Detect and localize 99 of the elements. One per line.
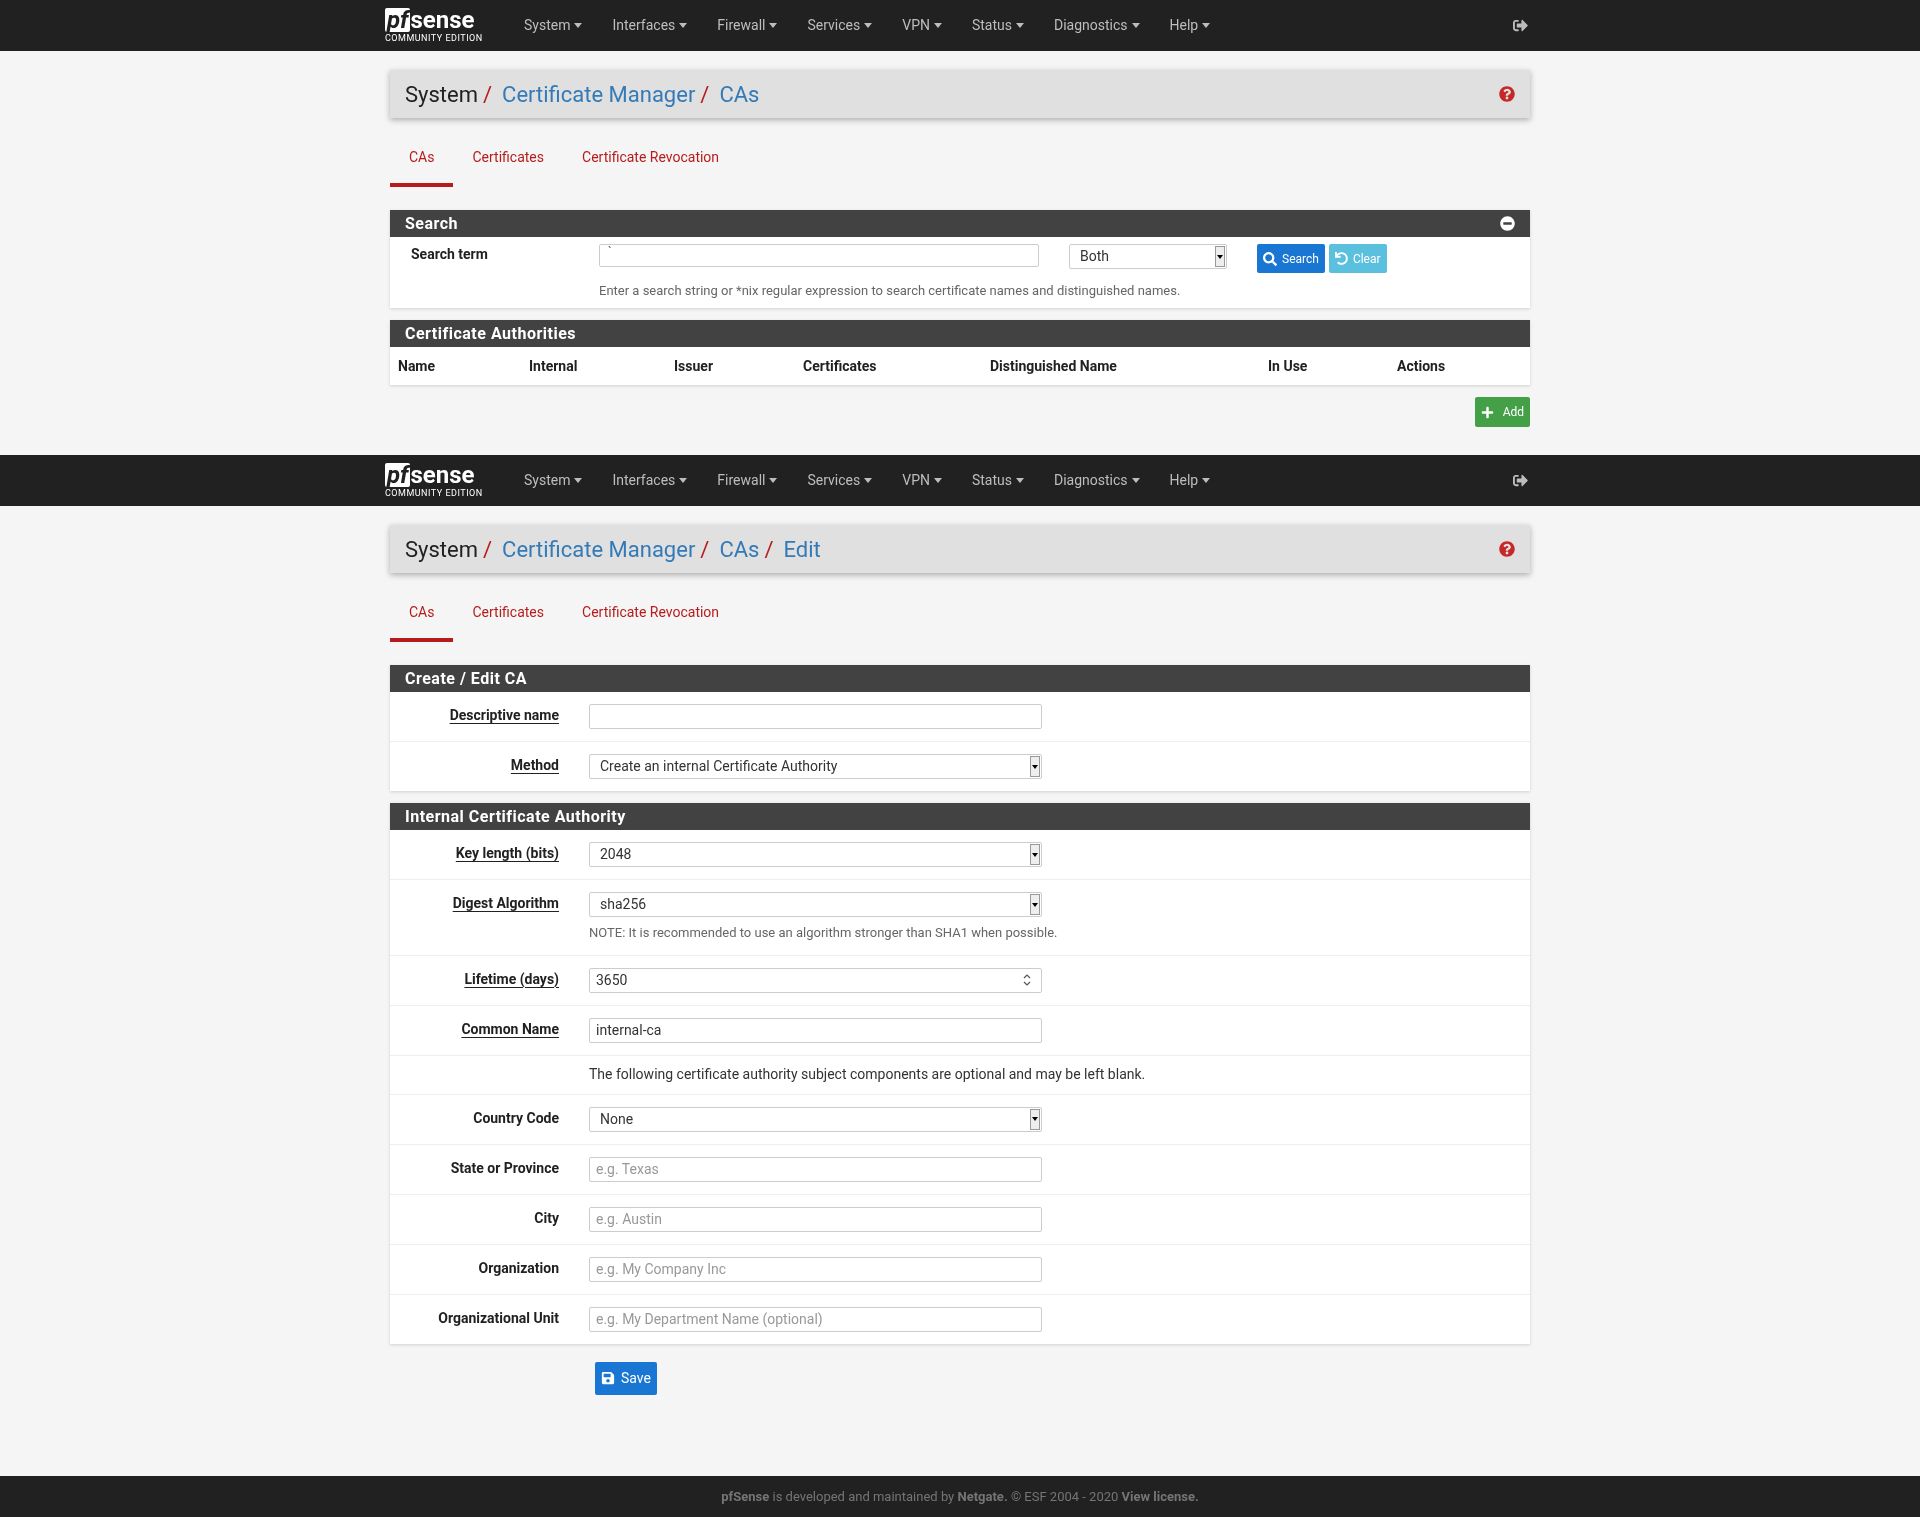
nav-menu-item[interactable]: Status	[956, 15, 1039, 36]
caret-icon	[1016, 23, 1024, 28]
breadcrumb-separator: /	[700, 535, 710, 564]
field-label: Country Code	[473, 1108, 559, 1128]
tab[interactable]: CAs	[390, 147, 454, 187]
panel-title: Internal Certificate Authority	[405, 805, 626, 828]
field-label: State or Province	[450, 1158, 559, 1178]
logout-icon[interactable]	[1513, 473, 1528, 488]
caret-icon	[864, 478, 873, 483]
column-header: In Use	[1268, 356, 1309, 376]
field-label: Search term	[410, 245, 489, 264]
caret-icon	[769, 23, 778, 28]
column-header: Actions	[1397, 356, 1447, 376]
logout-icon[interactable]	[1513, 18, 1528, 33]
help-icon[interactable]	[1499, 541, 1515, 557]
select-field[interactable]: sha256	[589, 892, 1042, 917]
panel-title: Create / Edit CA	[405, 667, 528, 690]
search-icon	[1263, 251, 1277, 266]
select-field[interactable]: 2048	[589, 842, 1042, 867]
caret-icon	[1016, 478, 1024, 483]
panel-title: Certificate Authorities	[405, 322, 577, 345]
nav-menu-item[interactable]: Interfaces	[597, 15, 703, 36]
text-field[interactable]: internal-ca	[589, 1017, 1042, 1043]
search-field[interactable]: `	[599, 244, 1039, 267]
tab[interactable]: Certificate Revocation	[563, 602, 739, 642]
select-field[interactable]: Both	[1069, 244, 1227, 269]
nav-menu-item[interactable]: Services	[792, 470, 888, 491]
field-label: Organization	[478, 1258, 559, 1278]
nav-menu-item[interactable]: Services	[792, 15, 888, 36]
tab[interactable]: CAs	[390, 602, 454, 642]
caret-icon	[679, 23, 688, 28]
nav-menu-item[interactable]: Diagnostics	[1039, 15, 1155, 36]
undo-icon	[1334, 252, 1348, 265]
caret-icon	[679, 478, 688, 483]
text-field[interactable]: e.g. My Department Name (optional)	[589, 1306, 1042, 1332]
caret-icon	[769, 478, 778, 483]
help-text: Enter a search string or *nix regular expression to search certificate names and distinguished names.	[599, 282, 1182, 300]
nav-menu-item[interactable]: Help	[1154, 15, 1226, 36]
column-header: Distinguished Name	[990, 356, 1118, 376]
save-icon	[601, 1371, 615, 1385]
select-field[interactable]: Create an internal Certificate Authority	[589, 754, 1042, 779]
caret-icon	[574, 23, 583, 28]
caret-icon	[864, 23, 873, 28]
caret-icon	[1131, 23, 1140, 28]
select-field[interactable]: None	[589, 1106, 1042, 1132]
nav-menu-item[interactable]: Diagnostics	[1039, 470, 1155, 491]
note-text: NOTE: It is recommended to use an algorithm stronger than SHA1 when possible.	[589, 924, 1058, 942]
nav-menu-item[interactable]: Interfaces	[597, 470, 703, 491]
nav-menu-item[interactable]: VPN	[887, 15, 957, 36]
field-label: City	[534, 1208, 559, 1228]
field-label: Digest Algorithm	[452, 894, 559, 913]
caret-icon	[1202, 478, 1211, 483]
info-text: The following certificate authority subject components are optional and may be left blank.	[589, 1065, 1146, 1084]
caret-icon	[933, 478, 942, 483]
nav-menu-item[interactable]: System	[509, 470, 598, 491]
logo[interactable]: pfsense COMMUNITY EDITION	[385, 463, 495, 498]
breadcrumb-title: System	[405, 535, 478, 564]
column-header: Issuer	[674, 356, 714, 376]
panel-title: Search	[405, 212, 459, 235]
field-label: Lifetime (days)	[464, 969, 559, 989]
logo[interactable]: pfsense COMMUNITY EDITION	[385, 8, 495, 43]
footer-text: pfSense is developed and maintained by Netgate. © ESF 2004 - 2020 View license.	[721, 1487, 1199, 1506]
field-label: Common Name	[461, 1019, 559, 1039]
nav-menu-item[interactable]: Help	[1154, 470, 1226, 491]
breadcrumb-separator: /	[483, 80, 493, 109]
text-field[interactable]: e.g. My Company Inc	[589, 1256, 1042, 1282]
field-label: Key length (bits)	[455, 844, 559, 863]
save-button[interactable]: Save	[595, 1361, 657, 1395]
nav-menu-item[interactable]: System	[509, 15, 598, 36]
caret-icon	[1131, 478, 1140, 483]
breadcrumb-title: System	[405, 80, 478, 109]
column-header: Name	[398, 356, 437, 376]
field-label: Descriptive name	[449, 706, 559, 725]
caret-icon	[1202, 23, 1211, 28]
help-icon[interactable]	[1499, 86, 1515, 102]
tab[interactable]: Certificates	[453, 602, 564, 642]
nav-menu-item[interactable]: Firewall	[702, 470, 793, 491]
nav-menu-item[interactable]: VPN	[887, 470, 957, 491]
search-button[interactable]: Search	[1257, 244, 1325, 273]
tab[interactable]: Certificate Revocation	[563, 147, 739, 187]
column-header: Certificates	[803, 356, 878, 376]
field-label: Organizational Unit	[438, 1308, 559, 1328]
text-field[interactable]: e.g. Austin	[589, 1206, 1042, 1232]
nav-menu-item[interactable]: Firewall	[702, 15, 793, 36]
field-label: Method	[510, 756, 559, 775]
breadcrumb-separator: /	[483, 535, 493, 564]
collapse-icon[interactable]	[1500, 216, 1515, 231]
spinner-icon[interactable]	[1023, 972, 1031, 988]
column-header: Internal	[529, 356, 579, 376]
nav-menu-item[interactable]: Status	[956, 470, 1039, 491]
caret-icon	[933, 23, 942, 28]
plus-icon	[1480, 405, 1494, 419]
breadcrumb-separator: /	[700, 80, 710, 109]
breadcrumb-separator: /	[764, 535, 774, 564]
tab[interactable]: Certificates	[453, 147, 564, 187]
text-field[interactable]: e.g. Texas	[589, 1156, 1042, 1182]
text-field[interactable]	[589, 704, 1042, 729]
number-field[interactable]: 3650	[589, 967, 1042, 993]
caret-icon	[574, 478, 583, 483]
